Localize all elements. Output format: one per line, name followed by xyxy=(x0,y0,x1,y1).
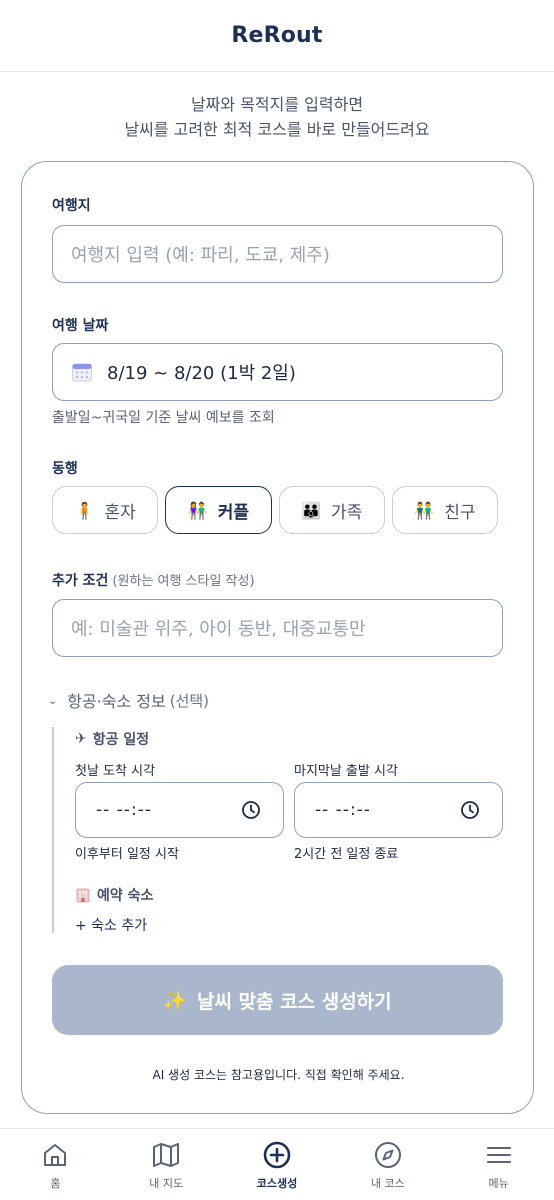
dates-note: 출발일~귀국일 기준 날씨 예보를 조회 xyxy=(52,410,275,426)
tab-label: 코스생성 xyxy=(256,1177,298,1190)
tab-label: 메뉴 xyxy=(488,1177,509,1190)
friends-icon: 👬 xyxy=(414,500,435,520)
departure-time-note: 2시간 전 일정 종료 xyxy=(294,847,399,862)
tab-home[interactable]: 홈 xyxy=(0,1129,111,1200)
intro-text: 날짜와 목적지를 입력하면 날씨를 고려한 최적 코스를 바로 만들어드려요 xyxy=(0,92,554,142)
companion-chip-label: 가족 xyxy=(330,502,363,523)
extra-input[interactable]: 예: 미술관 위주, 아이 동반, 대중교통만 xyxy=(52,599,503,657)
destination-input[interactable]: 여행지 입력 (예: 파리, 도쿄, 제주) xyxy=(52,225,503,283)
add-lodging-button[interactable]: + 숙소 추가 xyxy=(75,915,147,935)
dates-label: 여행 날짜 xyxy=(52,318,109,334)
extra-placeholder: 예: 미술관 위주, 아이 동반, 대중교통만 xyxy=(71,619,366,640)
home-icon xyxy=(44,1144,67,1166)
lodging-title: 예약 숙소 xyxy=(97,888,154,904)
companion-label: 동행 xyxy=(52,461,78,477)
intro-line-1: 날짜와 목적지를 입력하면 xyxy=(190,95,364,114)
compass-icon xyxy=(374,1142,401,1168)
travel-info-label: 항공·숙소 정보 xyxy=(67,692,166,711)
departure-time-value: -- --:-- xyxy=(315,800,371,820)
clock-icon[interactable] xyxy=(460,800,480,820)
destination-label: 여행지 xyxy=(52,198,91,214)
person-icon: 🧍 xyxy=(74,500,95,520)
airplane-icon: ✈ xyxy=(75,731,87,747)
calendar-icon xyxy=(72,363,92,382)
extra-label: 추가 조건 (원하는 여행 스타일 작성) xyxy=(52,570,255,590)
departure-time-input[interactable]: -- --:-- xyxy=(294,782,503,838)
flight-title: 항공 일정 xyxy=(92,732,150,748)
clock-icon[interactable] xyxy=(241,800,261,820)
generate-course-button[interactable]: ✨ 날씨 맞춤 코스 생성하기 xyxy=(52,965,503,1035)
departure-time-label: 마지막날 출발 시각 xyxy=(294,764,398,779)
chevron-down-icon: ⌄ xyxy=(48,693,58,707)
dates-input[interactable]: 8/19 ~ 8/20 (1박 2일) xyxy=(52,343,503,401)
tab-create-course[interactable]: 코스생성 xyxy=(222,1129,333,1200)
extra-label-text: 추가 조건 xyxy=(52,573,109,589)
sparkles-icon: ✨ xyxy=(163,989,187,1012)
arrival-time-input[interactable]: -- --:-- xyxy=(75,782,284,838)
menu-icon xyxy=(486,1147,511,1163)
ai-disclaimer: AI 생성 코스는 참고용입니다. 직접 확인해 주세요. xyxy=(152,1068,405,1082)
generate-course-label: 날씨 맞춤 코스 생성하기 xyxy=(197,990,392,1013)
bottom-tab-bar: 홈 내 지도 코스생성 내 코스 메뉴 xyxy=(0,1128,554,1200)
tab-my-course[interactable]: 내 코스 xyxy=(332,1129,443,1200)
arrival-time-label: 첫날 도착 시각 xyxy=(75,764,156,779)
dates-value: 8/19 ~ 8/20 (1박 2일) xyxy=(107,363,296,384)
tab-label: 내 코스 xyxy=(370,1177,405,1190)
companion-options: 🧍 혼자 👫 커플 👪 가족 👬 친구 xyxy=(52,486,498,534)
family-icon: 👪 xyxy=(301,500,321,520)
tab-my-map[interactable]: 내 지도 xyxy=(111,1129,222,1200)
companion-chip-label: 커플 xyxy=(217,502,249,523)
app-header: ReRout xyxy=(0,0,554,72)
destination-placeholder: 여행지 입력 (예: 파리, 도쿄, 제주) xyxy=(71,245,330,266)
course-form-card: 여행지 여행지 입력 (예: 파리, 도쿄, 제주) 여행 날짜 8/19 ~ … xyxy=(21,161,534,1114)
companion-chip-friends[interactable]: 👬 친구 xyxy=(391,486,498,534)
flight-section-title: ✈ 항공 일정 xyxy=(75,729,149,749)
companion-chip-solo[interactable]: 🧍 혼자 xyxy=(52,486,159,534)
companion-chip-family[interactable]: 👪 가족 xyxy=(278,486,385,534)
travel-info-toggle[interactable]: ⌄ 항공·숙소 정보 (선택) xyxy=(48,688,209,712)
companion-chip-label: 친구 xyxy=(444,502,476,523)
companion-chip-label: 혼자 xyxy=(104,502,136,523)
extra-label-hint: (원하는 여행 스타일 작성) xyxy=(112,574,255,589)
tab-label: 내 지도 xyxy=(149,1177,184,1190)
hotel-icon xyxy=(76,888,90,903)
lodging-section-title: 예약 숙소 xyxy=(75,885,153,905)
plus-circle-icon xyxy=(263,1141,291,1169)
companion-chip-couple[interactable]: 👫 커플 xyxy=(165,486,272,534)
arrival-time-value: -- --:-- xyxy=(96,800,152,820)
map-icon xyxy=(153,1143,180,1167)
tab-menu[interactable]: 메뉴 xyxy=(443,1129,554,1200)
couple-icon: 👫 xyxy=(187,500,208,520)
travel-info-optional: (선택) xyxy=(169,691,210,710)
intro-line-2: 날씨를 고려한 최적 코스를 바로 만들어드려요 xyxy=(124,120,430,139)
tab-label: 홈 xyxy=(50,1177,61,1190)
arrival-time-note: 이후부터 일정 시작 xyxy=(75,847,179,862)
travel-info-rail xyxy=(52,727,54,933)
app-title: ReRout xyxy=(231,23,323,48)
